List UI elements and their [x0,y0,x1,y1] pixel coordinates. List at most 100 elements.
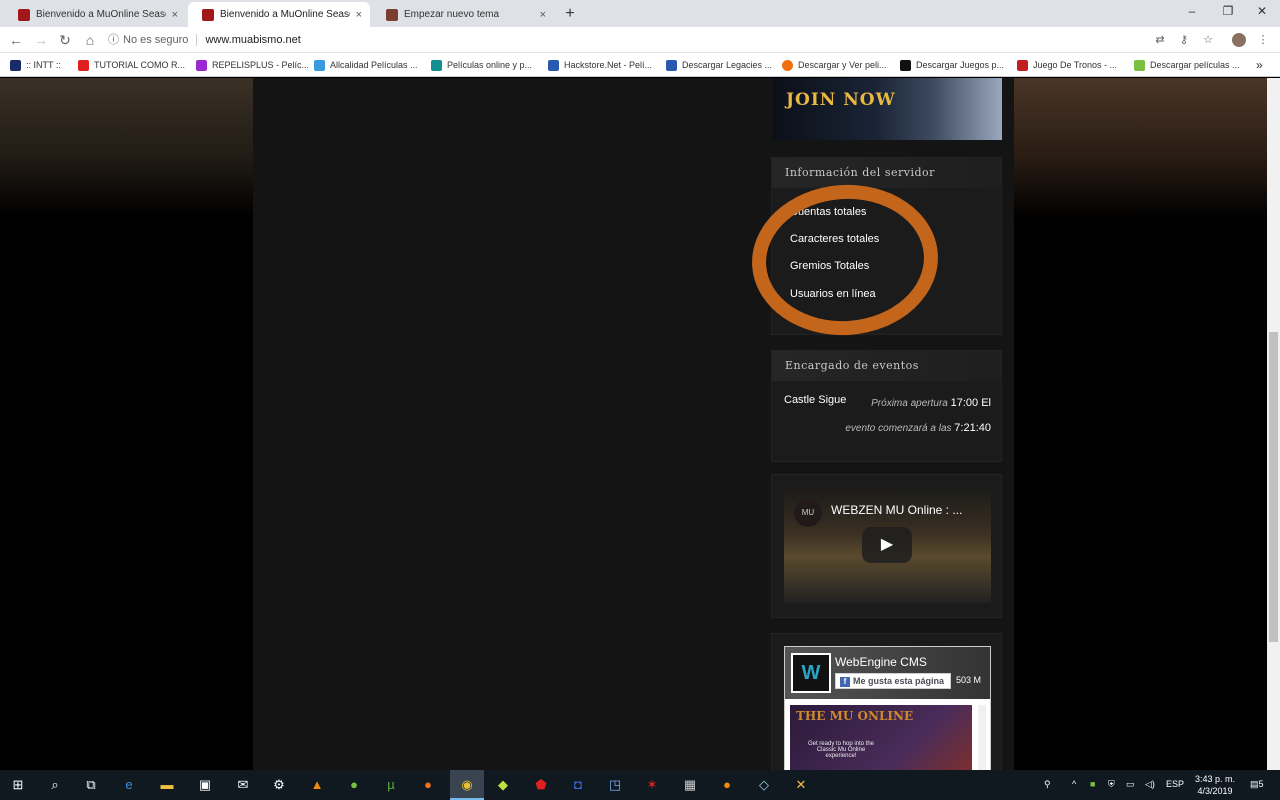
profile-avatar-icon[interactable] [1232,33,1246,47]
system-clock[interactable]: 3:43 p. m. 4/3/2019 [1193,773,1237,797]
bookmark-label: Juego De Tronos - ... [1033,60,1118,70]
tab-nuevo-tema[interactable]: Empezar nuevo tema × [372,2,554,27]
facebook-panel: W WebEngine CMS f Me gusta esta página 50… [771,633,1002,770]
app-icon[interactable]: ◇ [755,776,773,794]
background-art-right [1014,78,1267,218]
app-icon[interactable]: ◳ [606,776,624,794]
bookmark-label: Descargar Juegos p... [916,60,1005,70]
key-icon[interactable]: ⚷ [1177,33,1191,47]
people-icon[interactable]: ⚲ [1044,779,1051,790]
volume-icon[interactable]: ◁) [1145,779,1155,790]
tab-muonline-1[interactable]: Bienvenido a MuOnline Season 3 × [4,2,186,27]
close-tab-icon[interactable]: × [172,9,178,21]
join-now-banner[interactable]: JOIN NOW [773,78,1002,140]
facebook-page-name[interactable]: WebEngine CMS [835,655,927,669]
like-count: 503 M [956,675,982,685]
muonline-favicon-icon [202,8,214,21]
security-shield-icon[interactable]: ⛨ [1108,779,1115,790]
facebook-icon: f [840,677,850,687]
facebook-scrollbar[interactable] [978,705,986,770]
app-icon[interactable]: ✶ [643,776,661,794]
windows-start-icon[interactable]: ⊞ [9,776,27,794]
like-page-button[interactable]: f Me gusta esta página [835,673,951,689]
firefox-icon[interactable]: ● [419,776,437,794]
bookmark-item[interactable]: TUTORIAL COMO R... [78,57,185,73]
app-icon[interactable]: ● [718,776,736,794]
home-icon[interactable]: ⌂ [81,31,99,49]
channel-logo-icon: MU [794,499,822,527]
translate-icon[interactable]: ⇄ [1153,33,1167,47]
notification-count: 5 [1258,779,1264,789]
bookmark-item[interactable]: Descargar películas ... [1134,57,1240,73]
tab-title: Bienvenido a MuOnline Season 3 [36,9,166,20]
bookmark-label: TUTORIAL COMO R... [94,60,186,70]
bookmark-item[interactable]: Juego De Tronos - ... [1017,57,1117,73]
bookmarks-overflow-icon[interactable]: » [1256,57,1263,73]
bookmark-item[interactable]: Hackstore.Net - Pelí... [548,57,652,73]
shield-icon[interactable]: ⬟ [532,776,550,794]
menu-dots-icon[interactable]: ⋮ [1256,33,1270,47]
facebook-post-image[interactable]: THE MU ONLINE Get ready to hop into the … [790,705,972,770]
bookmark-item[interactable]: Descargar y Ver peli... [782,57,887,73]
bookmark-star-icon[interactable]: ☆ [1201,33,1215,47]
scrollbar-thumb[interactable] [1269,332,1278,642]
panel-title: Información del servidor [772,158,1001,188]
language-indicator[interactable]: ESP [1166,779,1184,789]
notifications-icon[interactable]: ▤5 [1250,779,1264,790]
info-icon[interactable]: ⓘ [108,34,119,46]
app-icon[interactable]: ▦ [681,776,699,794]
utorrent-icon[interactable]: µ [382,776,400,794]
chrome-icon[interactable]: ◉ [458,776,476,794]
bookmark-item[interactable]: Descargar Juegos p... [900,57,1004,73]
youtube-video-embed[interactable]: MU WEBZEN MU Online : ... ▶ [784,487,991,603]
close-tab-icon[interactable]: × [540,9,546,21]
bookmark-favicon-icon [548,59,559,71]
app-icon[interactable]: ◆ [494,776,512,794]
bookmarks-bar: :: INTT :: TUTORIAL COMO R... REPELISPLU… [0,53,1280,77]
tray-app-icon[interactable]: ■ [1090,779,1095,789]
settings-gear-icon[interactable]: ⚙ [270,776,288,794]
mail-icon[interactable]: ✉ [234,776,252,794]
url-text[interactable]: www.muabismo.net [196,34,301,46]
bookmark-item[interactable]: REPELISPLUS - Pelíc... [196,57,309,73]
task-view-icon[interactable]: ⧉ [82,776,100,794]
address-bar[interactable]: ⓘ No es seguro www.muabismo.net [108,30,1208,50]
video-panel: MU WEBZEN MU Online : ... ▶ [771,474,1002,618]
bookmark-item[interactable]: Allcalidad Películas ... [314,57,418,73]
forward-arrow-icon[interactable]: → [32,31,50,49]
vlc-icon[interactable]: ▲ [308,776,326,794]
close-tab-icon[interactable]: × [356,9,362,21]
store-icon[interactable]: ▣ [196,776,214,794]
bookmark-favicon-icon [666,59,677,71]
tab-muonline-2[interactable]: Bienvenido a MuOnline Season 3 × [188,2,370,27]
bookmark-favicon-icon [900,59,911,71]
security-label: No es seguro [123,34,189,46]
bookmark-item[interactable]: Descargar Legacies ... [666,57,772,73]
file-explorer-icon[interactable]: ▬ [158,776,176,794]
new-tab-button[interactable]: + [559,4,581,24]
edge-icon[interactable]: e [120,776,138,794]
video-title[interactable]: WEBZEN MU Online : ... [831,503,962,517]
webengine-logo-icon[interactable]: W [791,653,831,693]
page-viewport: JOIN NOW Información del servidor Cuenta… [0,78,1267,770]
network-icon[interactable]: ▭ [1126,779,1135,790]
event-next-value: 17:00 El [950,397,991,409]
minimize-button[interactable]: – [1174,0,1210,24]
bookmark-item[interactable]: Películas online y p... [431,57,532,73]
close-window-button[interactable]: ✕ [1244,0,1280,24]
reload-icon[interactable]: ↻ [56,31,74,49]
bookmark-item[interactable]: :: INTT :: [10,57,61,73]
events-panel: Encargado de eventos Castle Sigue Próxim… [771,350,1002,462]
youtube-icon [78,59,89,71]
app-icon[interactable]: ● [345,776,363,794]
app-icon[interactable]: ✕ [792,776,810,794]
tray-overflow-icon[interactable]: ^ [1072,779,1076,789]
page-scrollbar[interactable] [1267,78,1280,770]
back-arrow-icon[interactable]: ← [7,31,25,49]
bookmark-favicon-icon [196,59,207,71]
play-button[interactable]: ▶ [862,527,912,563]
app-icon[interactable]: ◘ [569,776,587,794]
bookmark-favicon-icon [1134,59,1145,71]
search-icon[interactable]: ⌕ [46,776,64,794]
maximize-button[interactable]: ❐ [1210,0,1246,24]
